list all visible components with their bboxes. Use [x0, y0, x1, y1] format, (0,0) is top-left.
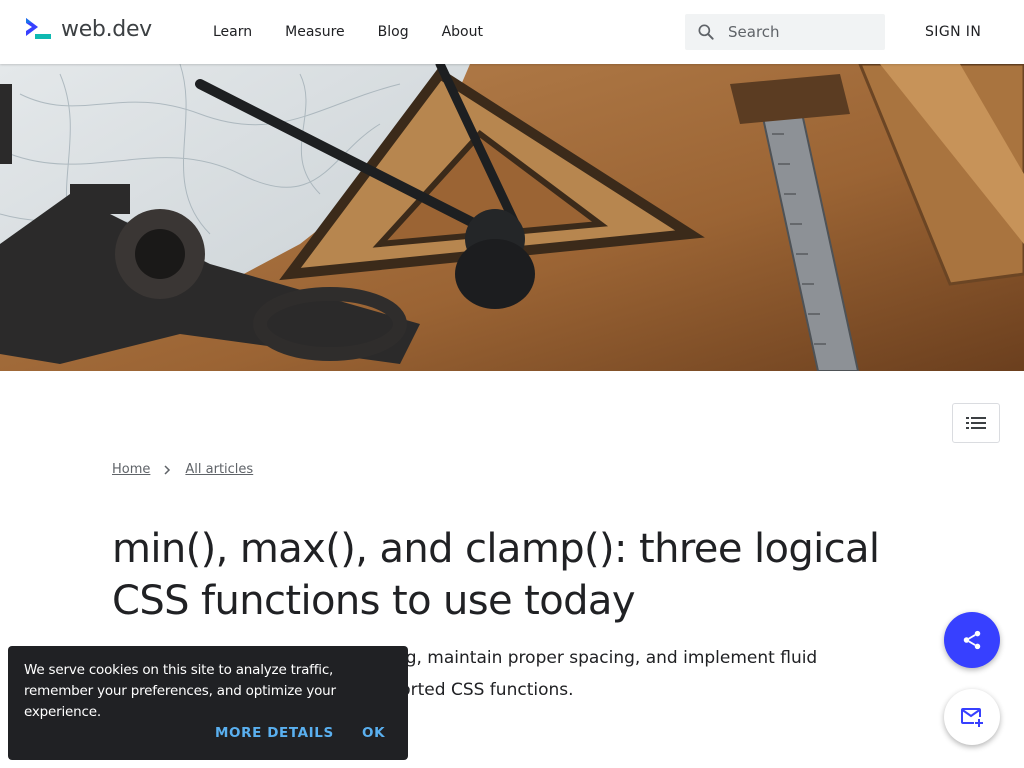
share-button[interactable] — [944, 612, 1000, 668]
search-box[interactable] — [685, 14, 885, 50]
breadcrumb-all-articles[interactable]: All articles — [185, 462, 253, 477]
breadcrumb-home[interactable]: Home — [112, 462, 150, 477]
nav-measure[interactable]: Measure — [285, 24, 345, 40]
cookie-ok-button[interactable]: OK — [362, 725, 385, 741]
logo-text: web.dev — [61, 16, 152, 42]
page-title: min(), max(), and clamp(): three logical… — [112, 526, 880, 624]
search-input[interactable] — [726, 22, 876, 42]
nav-about[interactable]: About — [442, 24, 483, 40]
sign-in-button[interactable]: SIGN IN — [925, 24, 981, 40]
search-icon — [698, 24, 714, 40]
table-of-contents-button[interactable] — [952, 403, 1000, 443]
site-header: web.dev Learn Measure Blog About SIGN IN — [0, 0, 1024, 64]
mail-add-icon — [961, 708, 983, 727]
cookie-message: We serve cookies on this site to analyze… — [24, 662, 336, 720]
cookie-banner: We serve cookies on this site to analyze… — [8, 646, 408, 760]
main-nav: Learn Measure Blog About — [213, 0, 516, 64]
chevron-right-icon — [164, 464, 171, 475]
web-dev-logo-icon — [26, 18, 51, 39]
nav-blog[interactable]: Blog — [378, 24, 409, 40]
site-logo[interactable]: web.dev — [24, 16, 152, 42]
share-icon — [963, 630, 981, 650]
cookie-more-details-button[interactable]: MORE DETAILS — [215, 725, 334, 741]
breadcrumb: Home All articles — [112, 462, 253, 477]
list-icon — [966, 417, 986, 429]
subscribe-button[interactable] — [944, 689, 1000, 745]
hero-image — [0, 64, 1024, 371]
nav-learn[interactable]: Learn — [213, 24, 252, 40]
hero-illustration — [0, 64, 1024, 371]
